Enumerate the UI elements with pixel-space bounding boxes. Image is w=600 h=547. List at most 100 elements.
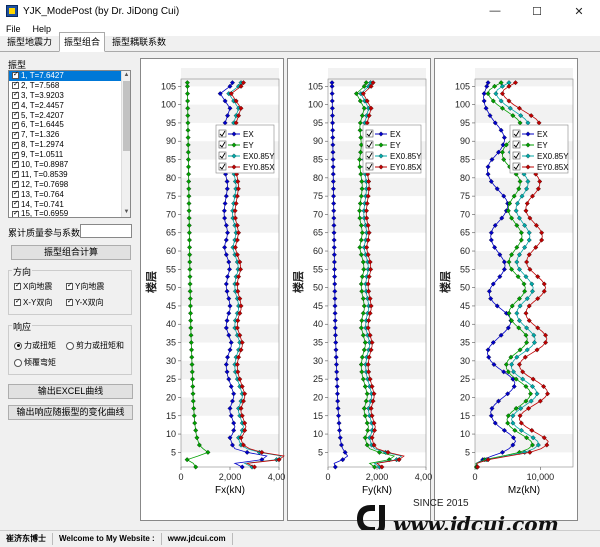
- checkbox-icon[interactable]: [12, 140, 19, 150]
- checkbox-icon[interactable]: [12, 179, 19, 189]
- mode-list-scrollbar[interactable]: ▲ ▼: [121, 71, 130, 217]
- grid-band: [328, 104, 426, 123]
- y-tick-label: 65: [313, 228, 323, 238]
- checkbox-icon[interactable]: [12, 90, 19, 100]
- data-point: [330, 135, 336, 141]
- x-tick-label: 0: [178, 472, 183, 482]
- mode-label: 2, T=7.568: [21, 80, 60, 90]
- y-tick-label: 80: [313, 173, 323, 183]
- data-point: [332, 281, 338, 287]
- mode-list-item[interactable]: 1, T=7.6427: [9, 71, 130, 81]
- legend-label: EY0.85X: [537, 163, 569, 172]
- fy-chart[interactable]: 5 10 15 20 25 30 35 40 45 50 55 60 65 70 75 80 85 90 95 100…: [288, 59, 437, 522]
- mode-list-item[interactable]: 11, T=0.8539: [9, 169, 130, 180]
- mode-list-item[interactable]: 13, T=0.764: [9, 189, 130, 200]
- checkbox-icon[interactable]: [12, 71, 19, 80]
- scroll-down-icon[interactable]: ▼: [122, 208, 130, 217]
- mode-list-item[interactable]: 9, T=1.0511: [9, 150, 130, 160]
- mode-list-item[interactable]: 2, T=7.568: [9, 80, 130, 91]
- xy-bidirection-checkbox[interactable]: X-Y双向: [14, 297, 52, 308]
- fx-chart[interactable]: 5 10 15 20 25 30 35 40 45 50 55 60 65 70 75 80 85 90 95 100…: [141, 59, 290, 522]
- maximize-button[interactable]: ☐: [516, 0, 558, 22]
- export-curve-button[interactable]: 输出响应随振型的变化曲线: [8, 405, 133, 420]
- checkbox-icon[interactable]: [12, 209, 19, 217]
- checkbox-icon[interactable]: [12, 150, 19, 159]
- data-point: [331, 244, 337, 250]
- mode-list-item[interactable]: 6, T=1.6445: [9, 120, 130, 130]
- x-tick-label: 0: [325, 472, 330, 482]
- data-point: [226, 310, 232, 316]
- yx-bidirection-checkbox[interactable]: Y-X双向: [66, 297, 104, 308]
- mode-label: 9, T=1.0511: [21, 150, 64, 160]
- scroll-thumb[interactable]: [123, 81, 130, 151]
- status-website[interactable]: www.jdcui.com: [162, 533, 233, 545]
- y-tick-label: 20: [460, 392, 470, 402]
- mode-list-item[interactable]: 10, T=0.8987: [9, 159, 130, 170]
- grid-band: [475, 68, 573, 87]
- shear-or-torque-sum-radio[interactable]: 剪力或扭矩和: [66, 340, 124, 351]
- mode-list-item[interactable]: 8, T=1.2974: [9, 140, 130, 150]
- overturning-moment-radio[interactable]: 倾覆弯矩: [14, 357, 56, 368]
- data-point: [228, 383, 234, 389]
- checkbox-icon[interactable]: [12, 159, 19, 169]
- mode-label: 10, T=0.8987: [21, 160, 69, 170]
- checkbox-icon[interactable]: [12, 100, 19, 110]
- data-point: [332, 464, 338, 470]
- data-point: [222, 244, 228, 250]
- mode-list-item[interactable]: 4, T=2.4457: [9, 100, 130, 111]
- mode-list-item[interactable]: 3, T=3.9203: [9, 90, 130, 101]
- grid-band: [328, 360, 426, 380]
- data-point: [186, 171, 192, 177]
- y-tick-label: 5: [318, 447, 323, 457]
- minimize-button[interactable]: —: [474, 0, 516, 22]
- data-point: [231, 420, 237, 426]
- checkbox-icon[interactable]: [12, 110, 19, 120]
- mode-list[interactable]: 1, T=7.64272, T=7.5683, T=3.92034, T=2.4…: [8, 70, 131, 218]
- mode-list-item[interactable]: 5, T=2.4207: [9, 110, 130, 121]
- data-point: [187, 237, 192, 243]
- y-direction-checkbox[interactable]: Y向地震: [66, 281, 104, 292]
- y-tick-label: 35: [460, 338, 470, 348]
- data-point: [524, 200, 530, 206]
- mz-chart[interactable]: 5 10 15 20 25 30 35 40 45 50 55 60 65 70 75 80 85 90 95 100…: [435, 59, 579, 522]
- mass-participation-field[interactable]: [80, 224, 132, 238]
- scroll-up-icon[interactable]: ▲: [122, 71, 130, 80]
- checkbox-icon[interactable]: [12, 80, 19, 90]
- grid-band: [328, 324, 426, 343]
- x-direction-checkbox[interactable]: X向地震: [14, 281, 52, 292]
- mode-list-item[interactable]: 7, T=1.326: [9, 130, 130, 140]
- mode-list-item[interactable]: 15, T=0.6959: [9, 209, 130, 218]
- y-tick-label: 90: [166, 136, 176, 146]
- data-point: [365, 427, 371, 433]
- y-tick-label: 15: [460, 411, 470, 421]
- mode-label: 15, T=0.6959: [21, 209, 69, 218]
- data-point: [357, 200, 363, 206]
- mode-label: 6, T=1.6445: [21, 120, 64, 130]
- x-direction-label: X向地震: [23, 282, 53, 291]
- data-point: [362, 383, 368, 389]
- checkbox-icon[interactable]: [12, 120, 19, 130]
- export-excel-button[interactable]: 输出EXCEL曲线: [8, 384, 133, 399]
- checkbox-icon[interactable]: [12, 189, 19, 199]
- checkbox-icon[interactable]: [12, 199, 19, 209]
- close-button[interactable]: ✕: [558, 0, 600, 22]
- compute-combination-button[interactable]: 振型组合计算: [11, 245, 131, 260]
- mode-list-item[interactable]: 12, T=0.7698: [9, 179, 130, 190]
- y-tick-label: 25: [460, 374, 470, 384]
- tab-modal-combination[interactable]: 振型组合: [59, 32, 106, 52]
- data-point: [523, 208, 529, 214]
- tab-coupling-coefficient[interactable]: 振型耦联系数: [107, 32, 171, 51]
- data-point: [360, 310, 366, 316]
- checkbox-icon[interactable]: [12, 130, 19, 140]
- checkbox-icon[interactable]: [12, 169, 19, 179]
- tab-modal-seismic-force[interactable]: 振型地震力: [2, 32, 57, 51]
- y-tick-label: 40: [460, 319, 470, 329]
- mode-list-item[interactable]: 14, T=0.741: [9, 199, 130, 210]
- force-or-torque-radio[interactable]: 力或扭矩: [14, 340, 56, 351]
- x-tick-label: 4,000: [415, 472, 432, 482]
- data-point: [186, 200, 192, 206]
- data-point: [501, 135, 507, 141]
- legend-label: EY0.85X: [390, 163, 422, 172]
- overturning-moment-label: 倾覆弯矩: [24, 358, 56, 367]
- data-point: [357, 164, 363, 170]
